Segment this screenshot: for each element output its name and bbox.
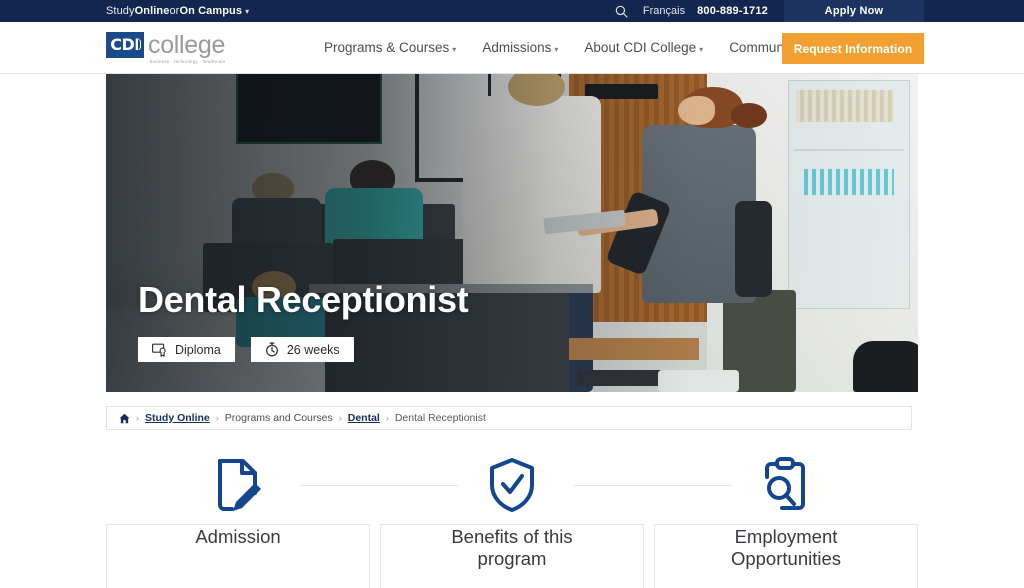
badge-label: Diploma: [175, 342, 221, 357]
study-oncampus-label: On Campus: [179, 5, 243, 17]
chevron-down-icon: ▾: [554, 45, 559, 54]
badge-duration: 26 weeks: [250, 337, 354, 362]
program-section-anchors: Admission Benefits of this program Emplo…: [106, 456, 918, 588]
breadcrumb: › Study Online › Programs and Courses › …: [106, 406, 912, 430]
anchor-employment: Employment Opportunities: [654, 456, 918, 588]
program-badges: Diploma 26 weeks: [138, 337, 468, 362]
breadcrumb-item-current: Dental Receptionist: [394, 412, 486, 424]
hero-banner: Dental Receptionist Diploma 26 weeks: [106, 74, 918, 392]
breadcrumb-separator: ›: [215, 413, 219, 423]
study-mode-selector[interactable]: Study Online or On Campus ▾: [0, 0, 249, 22]
study-online-label: Online: [134, 5, 170, 17]
breadcrumb-separator: ›: [338, 413, 342, 423]
breadcrumb-item-study-online[interactable]: Study Online: [145, 412, 210, 424]
breadcrumb-item-dental[interactable]: Dental: [348, 412, 380, 424]
badge-label: 26 weeks: [286, 342, 340, 357]
utility-bar-right: Français 800-889-1712: [609, 0, 784, 22]
diploma-icon: [152, 343, 167, 357]
nav-item-programs-courses[interactable]: Programs & Courses ▾: [324, 34, 456, 61]
phone-number[interactable]: 800-889-1712: [697, 0, 784, 22]
nav-label: About CDI College: [584, 40, 697, 55]
request-information-button[interactable]: Request Information: [782, 33, 924, 64]
hero-zone: Dental Receptionist Diploma 26 weeks: [0, 74, 1024, 392]
shield-check-icon[interactable]: [488, 456, 536, 514]
utility-bar: Study Online or On Campus ▾ Français 800-…: [0, 0, 1024, 22]
anchor-admission: Admission: [106, 456, 458, 588]
chevron-down-icon: ▾: [699, 45, 704, 54]
page-title: Dental Receptionist: [138, 279, 469, 320]
study-or-label: or: [169, 5, 180, 17]
cdi-college-logo[interactable]: CDI college business · technology · heal…: [106, 31, 316, 64]
nav-item-admissions[interactable]: Admissions ▾: [482, 34, 558, 61]
anchor-title-benefits[interactable]: Benefits of this program: [417, 526, 607, 570]
utility-bar-spacer: [249, 0, 609, 22]
hero-content: Dental Receptionist Diploma 26 weeks: [138, 279, 469, 362]
clipboard-search-icon[interactable]: [760, 456, 812, 514]
breadcrumb-item-programs-and-courses[interactable]: Programs and Courses: [225, 412, 333, 424]
apply-now-button[interactable]: Apply Now: [784, 0, 924, 22]
anchor-benefits: Benefits of this program: [380, 456, 732, 588]
main-navigation: Programs & Courses ▾ Admissions ▾ About CD…: [324, 34, 804, 61]
study-prefix-label: Study: [106, 5, 135, 17]
home-icon[interactable]: [119, 413, 130, 424]
utility-bar-tail: [924, 0, 1024, 22]
anchor-title-employment[interactable]: Employment Opportunities: [691, 526, 881, 570]
nav-label: Admissions: [482, 40, 552, 55]
search-icon[interactable]: [609, 0, 635, 22]
nav-item-about-cdi-college[interactable]: About CDI College ▾: [584, 34, 703, 61]
language-switch-french[interactable]: Français: [635, 0, 697, 22]
nav-label: Programs & Courses: [324, 40, 450, 55]
logo-text-column: college business · technology · healthca…: [148, 32, 226, 64]
chevron-down-icon: ▾: [452, 45, 457, 54]
stopwatch-icon: [265, 342, 279, 357]
breadcrumb-separator: ›: [136, 413, 139, 423]
badge-credential: Diploma: [138, 337, 235, 362]
logo-wordmark: college: [148, 30, 226, 59]
logo-tagline: business · technology · healthcare: [150, 58, 226, 64]
document-pencil-icon[interactable]: [212, 456, 264, 514]
breadcrumb-separator: ›: [385, 413, 389, 423]
site-header: CDI college business · technology · heal…: [0, 22, 1024, 74]
anchor-title-admission[interactable]: Admission: [185, 526, 291, 548]
logo-mark: CDI: [106, 31, 144, 58]
